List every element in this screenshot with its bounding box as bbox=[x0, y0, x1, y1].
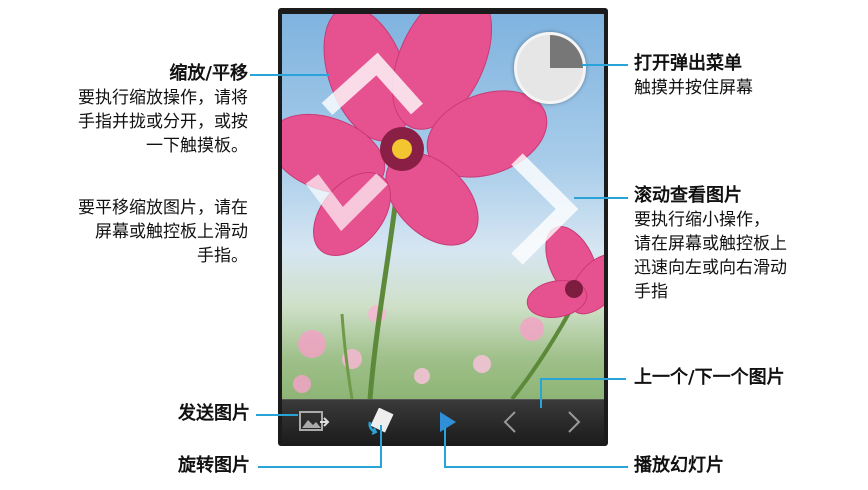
scroll-pictures-line-3: 迅速向左或向右滑动 bbox=[634, 258, 787, 278]
previous-picture-icon[interactable] bbox=[496, 408, 526, 436]
pan-zoomed-line-3: 手指。 bbox=[197, 246, 248, 266]
callout-slideshow: 播放幻灯片 bbox=[634, 454, 866, 478]
send-picture-icon[interactable] bbox=[298, 408, 330, 436]
rotate-picture-icon[interactable] bbox=[364, 407, 394, 436]
picture-toolbar bbox=[282, 399, 604, 444]
play-slideshow-icon[interactable] bbox=[432, 408, 462, 436]
callout-prev-next: 上一个/下一个图片 bbox=[634, 366, 866, 390]
rotate-picture-title: 旋转图片 bbox=[178, 455, 250, 476]
leader-slideshow-h bbox=[444, 466, 628, 468]
prev-next-title: 上一个/下一个图片 bbox=[634, 367, 785, 388]
popup-menu-pie-icon[interactable] bbox=[514, 32, 586, 104]
popup-menu-title: 打开弹出菜单 bbox=[634, 53, 742, 74]
callout-scroll-pictures: 滚动查看图片 要执行缩小操作， 请在屏幕或触控板上 迅速向左或向右滑动 手指 bbox=[634, 184, 866, 304]
leader-prev-next-h bbox=[540, 378, 626, 380]
leader-rotate-v bbox=[380, 425, 382, 467]
callout-zoom-pan: 缩放/平移 要执行缩放操作，请将 手指并拢或分开，或按 一下触摸板。 bbox=[6, 62, 248, 158]
callout-pan-zoomed: 要平移缩放图片，请在 屏幕或触控板上滑动 手指。 bbox=[6, 196, 248, 268]
scroll-pictures-line-4: 手指 bbox=[634, 282, 668, 302]
scroll-pictures-line-1: 要执行缩小操作， bbox=[634, 210, 770, 230]
zoom-pan-title: 缩放/平移 bbox=[169, 63, 248, 84]
zoom-pan-line-2: 手指并拢或分开，或按 bbox=[78, 112, 248, 132]
zoom-pan-line-3: 一下触摸板。 bbox=[146, 136, 248, 156]
next-picture-icon[interactable] bbox=[558, 408, 588, 436]
leader-send bbox=[256, 414, 298, 416]
scroll-pictures-line-2: 请在屏幕或触控板上 bbox=[634, 234, 787, 254]
callout-send-picture: 发送图片 bbox=[100, 402, 250, 426]
pan-zoomed-line-1: 要平移缩放图片，请在 bbox=[78, 198, 248, 218]
leader-slideshow-v bbox=[444, 428, 446, 468]
popup-menu-line-1: 触摸并按住屏幕 bbox=[634, 78, 753, 98]
callout-rotate-picture: 旋转图片 bbox=[100, 454, 250, 478]
slideshow-title: 播放幻灯片 bbox=[634, 455, 724, 476]
callout-popup-menu: 打开弹出菜单 触摸并按住屏幕 bbox=[634, 52, 864, 100]
leader-scroll bbox=[574, 197, 628, 199]
leader-popup-menu bbox=[582, 64, 628, 66]
zoom-pan-line-1: 要执行缩放操作，请将 bbox=[78, 88, 248, 108]
scroll-pictures-title: 滚动查看图片 bbox=[634, 185, 742, 206]
leader-zoom-pan bbox=[250, 74, 330, 76]
leader-prev-next-v bbox=[540, 378, 542, 408]
leader-rotate-h bbox=[258, 466, 382, 468]
pan-zoomed-line-2: 屏幕或触控板上滑动 bbox=[95, 222, 248, 242]
send-picture-title: 发送图片 bbox=[178, 403, 250, 424]
